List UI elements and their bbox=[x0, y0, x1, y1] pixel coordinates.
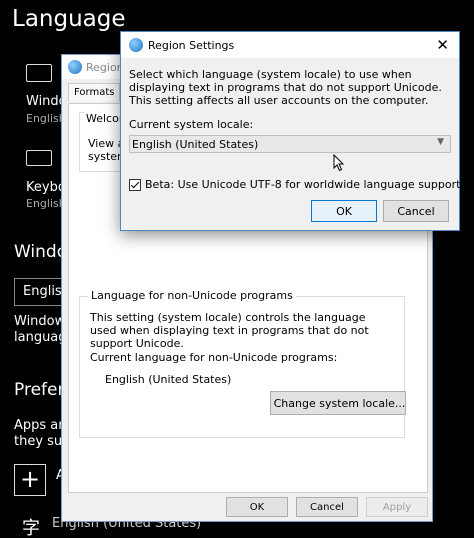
monitor-icon bbox=[26, 64, 52, 82]
system-locale-value: English (United States) bbox=[132, 138, 259, 151]
current-system-locale-label: Current system locale: bbox=[129, 118, 254, 131]
keyboard-icon bbox=[26, 150, 52, 166]
region-settings-description: Select which language (system locale) to… bbox=[129, 68, 442, 107]
cancel-button[interactable]: Cancel bbox=[383, 200, 449, 222]
region-settings-titlebar[interactable]: Region Settings ✕ bbox=[121, 32, 459, 58]
windows-text-line2: languag bbox=[14, 330, 67, 345]
region-dialog-title: Region bbox=[86, 60, 124, 74]
nonunicode-group: Language for non-Unicode programs This s… bbox=[79, 289, 406, 438]
region-footer: OK Cancel Apply bbox=[62, 493, 432, 521]
tab-formats[interactable]: Formats bbox=[68, 83, 121, 101]
region-ok-button[interactable]: OK bbox=[226, 497, 288, 517]
close-icon[interactable]: ✕ bbox=[436, 36, 449, 54]
windows-display-language-sub: English bbox=[26, 112, 66, 125]
nonunicode-group-label: Language for non-Unicode programs bbox=[88, 289, 296, 302]
current-language-label: Current language for non-Unicode program… bbox=[90, 351, 338, 364]
globe-icon bbox=[68, 60, 82, 74]
page-title: Language bbox=[12, 6, 126, 32]
keyboard-item[interactable]: Keybo bbox=[26, 180, 66, 195]
region-cancel-button[interactable]: Cancel bbox=[296, 497, 358, 517]
region-apply-button[interactable]: Apply bbox=[366, 497, 428, 517]
windows-display-heading: Windo bbox=[14, 242, 68, 262]
chevron-down-icon: ▼ bbox=[437, 137, 444, 147]
region-settings-dialog: Region Settings ✕ Select which language … bbox=[120, 31, 460, 231]
language-glyph-icon: 字 bbox=[22, 518, 40, 538]
nonunicode-description: This setting (system locale) controls th… bbox=[90, 311, 369, 350]
keyboard-sub: English bbox=[26, 197, 66, 210]
beta-utf8-checkbox[interactable] bbox=[129, 178, 141, 191]
preferred-languages-heading: Prefer bbox=[14, 380, 65, 400]
globe-icon bbox=[129, 38, 143, 52]
ok-button[interactable]: OK bbox=[311, 200, 377, 222]
add-language-button[interactable]: + bbox=[14, 464, 46, 496]
current-language-value: English (United States) bbox=[105, 373, 232, 386]
system-locale-select[interactable]: English (United States) ▼ bbox=[129, 135, 451, 153]
change-system-locale-button[interactable]: Change system locale... bbox=[270, 391, 406, 415]
mouse-cursor-icon bbox=[333, 154, 345, 172]
region-settings-title: Region Settings bbox=[148, 38, 235, 52]
beta-utf8-option[interactable]: Beta: Use Unicode UTF-8 for worldwide la… bbox=[129, 178, 460, 191]
change-system-locale-label: Change system locale... bbox=[273, 396, 406, 410]
beta-utf8-label: Beta: Use Unicode UTF-8 for worldwide la… bbox=[145, 178, 461, 191]
